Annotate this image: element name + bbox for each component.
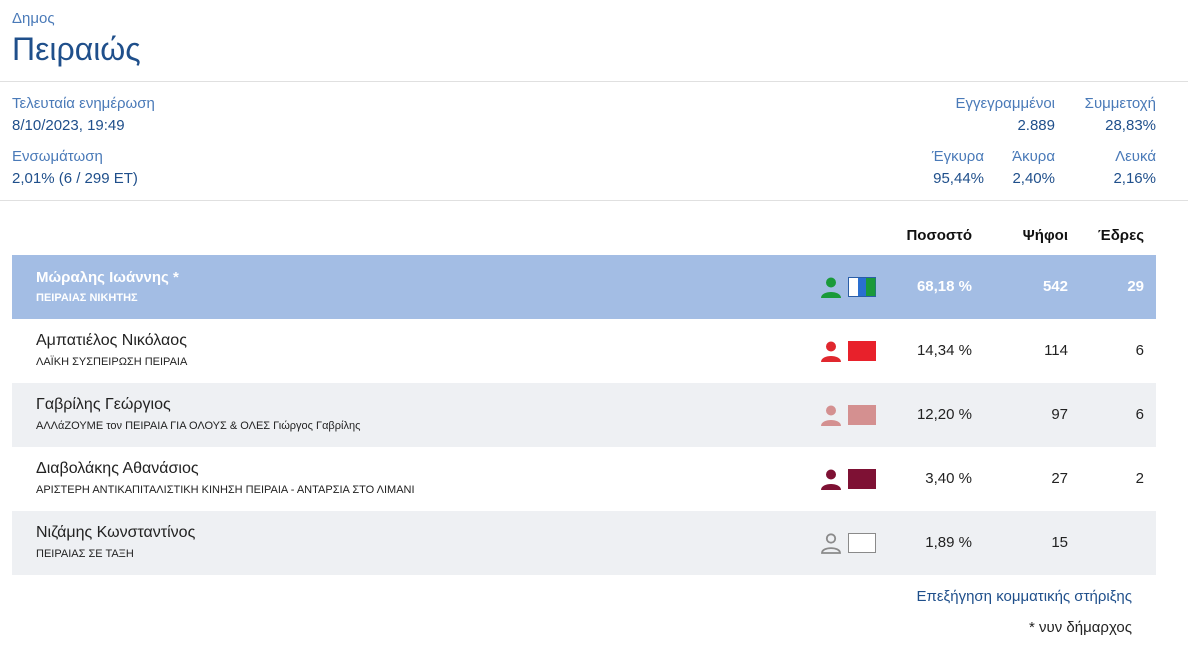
candidate-pct: 1,89 % xyxy=(925,534,972,551)
results-table: Ποσοστό Ψήφοι Έδρες Μώραλης Ιωάννης * ΠΕΙ… xyxy=(12,225,1156,575)
person-icon xyxy=(819,531,843,555)
party-color-swatch xyxy=(848,405,876,425)
candidate-pct: 68,18 % xyxy=(916,278,972,295)
party-color-swatch xyxy=(848,469,876,489)
stats-panel: Τελευταία ενημέρωση 8/10/2023, 19:49 Ενσ… xyxy=(0,82,1188,201)
results-header: Ποσοστό Ψήφοι Έδρες xyxy=(12,225,1156,255)
col-votes-header: Ψήφοι xyxy=(1022,227,1068,244)
candidate-row: Αμπατιέλος Νικόλαος ΛΑΪΚΗ ΣΥΣΠΕΙΡΩΣΗ ΠΕΙΡ… xyxy=(12,319,1156,383)
person-icon xyxy=(819,467,843,491)
valid-label: Έγκυρα xyxy=(931,148,984,165)
candidate-seats: 6 xyxy=(1135,342,1144,359)
candidate-votes: 97 xyxy=(1051,406,1068,423)
candidate-row: Διαβολάκης Αθανάσιος ΑΡΙΣΤΕΡΗ ΑΝΤΙΚΑΠΙΤΑΛ… xyxy=(12,447,1156,511)
party-color-swatch xyxy=(848,533,876,553)
page-title: Πειραιώς xyxy=(12,31,141,67)
valid-value: 95,44% xyxy=(933,170,984,187)
party-support-link[interactable]: Επεξήγηση κομματικής στήριξης xyxy=(916,588,1132,605)
candidate-name: Νιζάμης Κωνσταντίνος xyxy=(36,524,196,541)
updated-value: 8/10/2023, 19:49 xyxy=(12,117,125,134)
candidate-row: Γαβρίλης Γεώργιος ΑΛΛάΖΟΥΜΕ τον ΠΕΙΡΑΙΑ Γ… xyxy=(12,383,1156,447)
candidate-row: Νιζάμης Κωνσταντίνος ΠΕΙΡΑΙΑΣ ΣΕ ΤΑΞΗ 1,89… xyxy=(12,511,1156,575)
blank-label: Λευκά xyxy=(1115,148,1156,165)
registered-label: Εγγεγραμμένοι xyxy=(955,95,1055,112)
candidate-pct: 14,34 % xyxy=(916,342,972,359)
candidate-votes: 114 xyxy=(1044,342,1068,359)
person-icon xyxy=(819,403,843,427)
candidate-name: Αμπατιέλος Νικόλαος xyxy=(36,332,187,349)
candidate-seats: 2 xyxy=(1135,470,1144,487)
col-pct-header: Ποσοστό xyxy=(906,227,972,244)
incumbent-note: * νυν δήμαρχος xyxy=(1029,619,1132,636)
person-icon xyxy=(819,275,843,299)
candidate-name: Μώραλης Ιωάννης * xyxy=(36,269,179,286)
col-seats-header: Έδρες xyxy=(1097,227,1144,244)
turnout-value: 28,83% xyxy=(1105,117,1156,134)
party-color-swatch xyxy=(848,341,876,361)
candidate-pct: 3,40 % xyxy=(925,470,972,487)
candidate-party: ΛΑΪΚΗ ΣΥΣΠΕΙΡΩΣΗ ΠΕΙΡΑΙΑ xyxy=(36,356,188,368)
candidate-row: Μώραλης Ιωάννης * ΠΕΙΡΑΙΑΣ ΝΙΚΗΤΗΣ 68,18 %… xyxy=(12,255,1156,319)
turnout-label: Συμμετοχή xyxy=(1084,95,1156,112)
candidate-party: ΠΕΙΡΑΙΑΣ ΝΙΚΗΤΗΣ xyxy=(36,292,138,304)
candidate-pct: 12,20 % xyxy=(916,406,972,423)
page-kicker: Δημος xyxy=(12,10,55,27)
candidate-votes: 27 xyxy=(1051,470,1068,487)
page-header: Δημος Πειραιώς xyxy=(0,0,1188,82)
party-color-swatch xyxy=(848,277,876,297)
invalid-value: 2,40% xyxy=(1012,170,1055,187)
registered-value: 2.889 xyxy=(1017,117,1055,134)
candidate-name: Διαβολάκης Αθανάσιος xyxy=(36,460,199,477)
blank-value: 2,16% xyxy=(1113,170,1156,187)
candidate-party: ΑΛΛάΖΟΥΜΕ τον ΠΕΙΡΑΙΑ ΓΙΑ ΟΛΟΥΣ & ΟΛΕΣ Γ… xyxy=(36,420,361,432)
integration-label: Ενσωμάτωση xyxy=(12,148,103,165)
candidate-votes: 15 xyxy=(1051,534,1068,551)
candidate-seats: 29 xyxy=(1127,278,1144,295)
person-icon xyxy=(819,339,843,363)
candidate-seats: 6 xyxy=(1135,406,1144,423)
integration-value: 2,01% (6 / 299 ΕΤ) xyxy=(12,170,138,187)
updated-label: Τελευταία ενημέρωση xyxy=(12,95,155,112)
candidate-name: Γαβρίλης Γεώργιος xyxy=(36,396,171,413)
candidate-votes: 542 xyxy=(1042,278,1068,295)
results-rows: Μώραλης Ιωάννης * ΠΕΙΡΑΙΑΣ ΝΙΚΗΤΗΣ 68,18 %… xyxy=(12,255,1156,575)
candidate-party: ΑΡΙΣΤΕΡΗ ΑΝΤΙΚΑΠΙΤΑΛΙΣΤΙΚΗ ΚΙΝΗΣΗ ΠΕΙΡΑΙ… xyxy=(36,484,415,496)
invalid-label: Άκυρα xyxy=(1012,148,1055,165)
candidate-party: ΠΕΙΡΑΙΑΣ ΣΕ ΤΑΞΗ xyxy=(36,548,134,560)
